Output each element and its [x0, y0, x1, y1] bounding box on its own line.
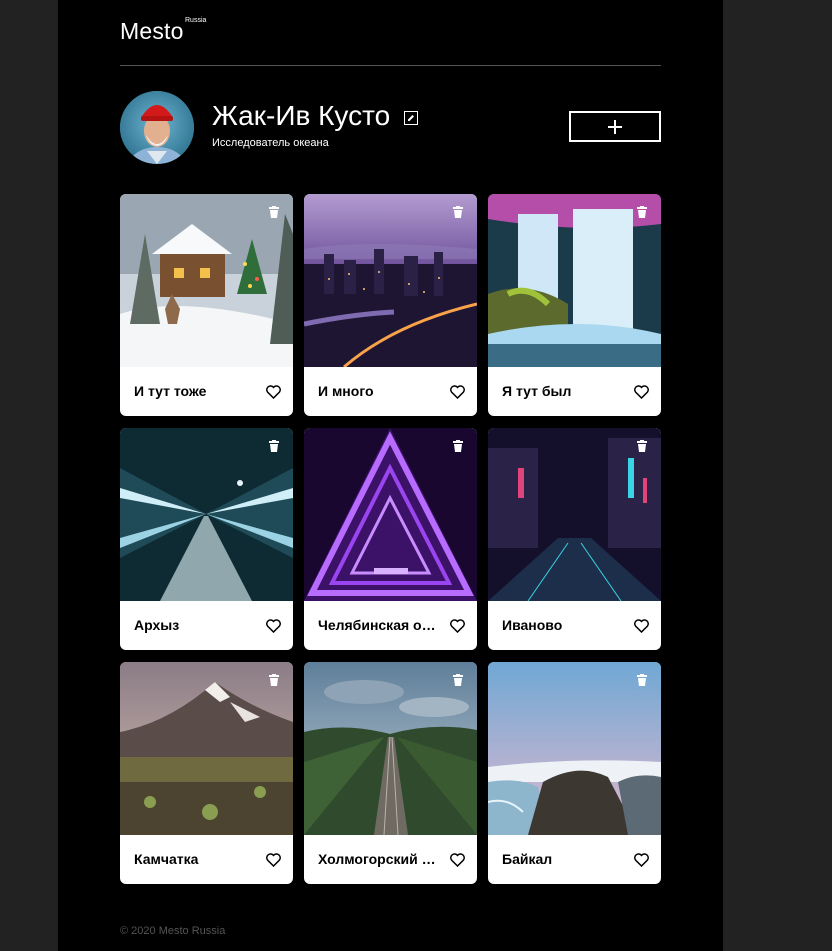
trash-icon[interactable]: [453, 206, 463, 218]
pencil-icon: [408, 115, 414, 121]
card-title: Байкал: [502, 851, 553, 867]
heart-icon[interactable]: [266, 385, 281, 399]
logo[interactable]: Mesto: [120, 18, 184, 45]
card-title: Камчатка: [134, 851, 199, 867]
trash-icon[interactable]: [637, 440, 647, 452]
card: Камчатка: [120, 662, 293, 884]
card: Байкал: [488, 662, 661, 884]
profile-name: Жак-Ив Кусто: [212, 100, 391, 131]
trash-icon[interactable]: [269, 440, 279, 452]
card: Иваново: [488, 428, 661, 650]
card-title: Иваново: [502, 617, 563, 633]
card-title: И много: [318, 383, 374, 399]
add-card-button[interactable]: [569, 111, 661, 142]
trash-icon[interactable]: [269, 206, 279, 218]
page: Mesto Russia Жак-Ив Кусто Исследователь …: [58, 0, 723, 951]
trash-icon[interactable]: [637, 206, 647, 218]
heart-icon[interactable]: [634, 619, 649, 633]
card-image-waterfall[interactable]: [488, 194, 661, 367]
heart-icon[interactable]: [634, 853, 649, 867]
profile: Жак-Ив Кусто Исследователь океана: [120, 91, 661, 164]
edit-profile-button[interactable]: [404, 111, 418, 125]
card: И тут тоже: [120, 194, 293, 416]
heart-icon[interactable]: [266, 619, 281, 633]
card-image-coast-cliff[interactable]: [488, 662, 661, 835]
heart-icon[interactable]: [450, 619, 465, 633]
card: Челябинская о…: [304, 428, 477, 650]
trash-icon[interactable]: [453, 674, 463, 686]
heart-icon[interactable]: [450, 853, 465, 867]
card-image-neon-tunnel[interactable]: [304, 428, 477, 601]
trash-icon[interactable]: [269, 674, 279, 686]
card-image-snowy-house[interactable]: [120, 194, 293, 367]
profile-about: Исследователь океана: [212, 137, 329, 149]
card-title: Я тут был: [502, 383, 572, 399]
footer-copyright: © 2020 Mesto Russia: [120, 925, 226, 937]
card-image-railway-forest[interactable]: [304, 662, 477, 835]
card: И много: [304, 194, 477, 416]
card-image-city-evening[interactable]: [304, 194, 477, 367]
card-title: Архыз: [134, 617, 180, 633]
card-image-moving-walkway[interactable]: [120, 428, 293, 601]
card: Я тут был: [488, 194, 661, 416]
card: Архыз: [120, 428, 293, 650]
logo-subtitle: Russia: [185, 17, 207, 24]
card-title: Челябинская о…: [318, 617, 436, 633]
trash-icon[interactable]: [637, 674, 647, 686]
heart-icon[interactable]: [266, 853, 281, 867]
card-image-volcano[interactable]: [120, 662, 293, 835]
card-image-neon-street[interactable]: [488, 428, 661, 601]
plus-icon: [608, 120, 622, 134]
avatar[interactable]: [120, 91, 194, 164]
heart-icon[interactable]: [634, 385, 649, 399]
trash-icon[interactable]: [453, 440, 463, 452]
header: Mesto Russia: [120, 0, 661, 66]
card: Холмогорский …: [304, 662, 477, 884]
card-title: Холмогорский …: [318, 851, 436, 867]
heart-icon[interactable]: [450, 385, 465, 399]
card-title: И тут тоже: [134, 383, 207, 399]
